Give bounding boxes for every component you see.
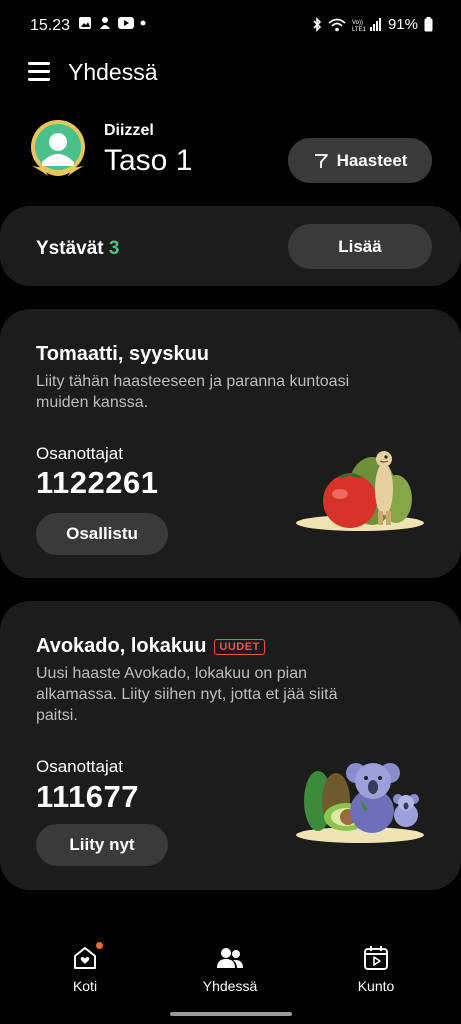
- wifi-icon: [328, 18, 346, 31]
- nav-item-koti[interactable]: Koti: [35, 942, 135, 994]
- bottom-navigation: Koti Yhdessä Kunto: [0, 930, 461, 1010]
- friends-label-text: Ystävät: [36, 238, 104, 259]
- svg-text:Vo)): Vo)): [352, 20, 363, 26]
- notification-dot: [96, 942, 103, 949]
- challenge-title-text: Avokado, lokakuu: [36, 635, 207, 657]
- profile-level: Taso 1: [104, 144, 193, 177]
- challenges-button[interactable]: Haasteet: [288, 138, 432, 183]
- nav-label-yhdessa: Yhdessä: [202, 978, 258, 994]
- friends-label: Ystävät 3: [36, 238, 119, 260]
- youtube-icon: [118, 17, 134, 29]
- avatar-icon: [31, 120, 85, 176]
- challenge-title: Avokado, lokakuu UUDET: [36, 635, 265, 658]
- bluetooth-icon: [313, 17, 322, 32]
- nav-label-kunto: Kunto: [357, 978, 395, 994]
- participants-label: Osanottajat: [36, 444, 123, 463]
- hamburger-menu-icon[interactable]: [28, 62, 50, 82]
- battery-icon: [424, 17, 433, 32]
- challenges-button-label: Haasteet: [336, 150, 408, 170]
- challenge-description: Uusi haaste Avokado, lokakuu on pian alk…: [36, 665, 338, 724]
- status-time: 15.23: [30, 17, 71, 34]
- signal-icon: Vo))LTE1: [352, 17, 381, 32]
- join-challenge-button[interactable]: Osallistu: [36, 513, 168, 555]
- join-challenge-button-label: Osallistu: [66, 524, 138, 543]
- avatar[interactable]: [28, 118, 88, 180]
- nav-item-kunto[interactable]: Kunto: [326, 944, 426, 994]
- challenge-title-text: Tomaatti, syyskuu: [36, 343, 210, 365]
- gallery-icon: [79, 17, 91, 29]
- fitness-play-icon: [362, 944, 390, 972]
- app-notification-icon: [100, 17, 110, 29]
- home-indicator[interactable]: [170, 1012, 292, 1016]
- flag-icon: [314, 153, 328, 168]
- profile-username: Diizzel: [104, 122, 154, 139]
- battery-percent: 91%: [387, 16, 418, 33]
- svg-text:LTE1: LTE1: [352, 27, 367, 32]
- more-dot-icon: [140, 20, 146, 26]
- status-system-icons: Vo)) LTE1 91%: [312, 16, 433, 33]
- friends-card: Ystävät 3 Lisää: [0, 206, 461, 286]
- status-bar: 15.23 Vo)) LTE1 91%: [0, 0, 461, 52]
- challenge-card-avocado[interactable]: Avokado, lokakuu UUDET Uusi haaste Avoka…: [0, 601, 461, 890]
- page-title: Yhdessä: [68, 59, 158, 85]
- friends-count: 3: [108, 238, 120, 259]
- challenge-card-tomato[interactable]: Tomaatti, syyskuu Liity tähän haasteesee…: [0, 309, 461, 578]
- people-icon: [216, 944, 244, 972]
- challenge-title: Tomaatti, syyskuu: [36, 343, 209, 366]
- avocado-koala-illustration: [296, 763, 424, 843]
- add-friend-button-label: Lisää: [338, 236, 382, 256]
- tomato-meerkat-illustration: [296, 451, 424, 531]
- nav-label-koti: Koti: [72, 978, 98, 994]
- join-now-button[interactable]: Liity nyt: [36, 824, 168, 866]
- join-now-button-label: Liity nyt: [69, 835, 135, 854]
- status-notification-icons: [78, 16, 146, 30]
- home-heart-icon: [71, 942, 103, 972]
- participants-label: Osanottajat: [36, 757, 123, 776]
- add-friend-button[interactable]: Lisää: [288, 224, 432, 269]
- participants-count: 111677: [36, 779, 140, 814]
- nav-item-yhdessa[interactable]: Yhdessä: [180, 944, 280, 994]
- app-header: Yhdessä: [0, 52, 461, 98]
- participants-count: 1122261: [36, 465, 159, 500]
- challenge-description: Liity tähän haasteeseen ja paranna kunto…: [36, 373, 350, 411]
- new-badge: UUDET: [214, 638, 265, 655]
